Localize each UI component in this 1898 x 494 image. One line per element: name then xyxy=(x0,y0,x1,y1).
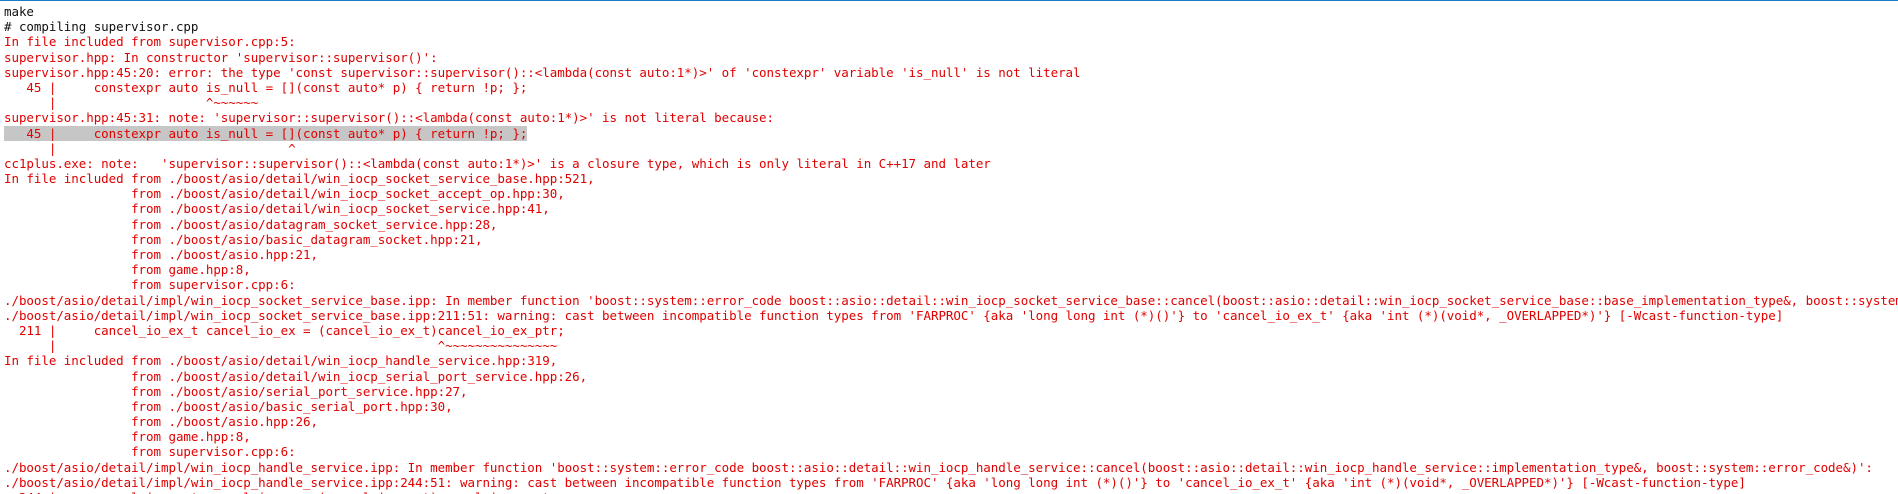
selected-text: 45 | constexpr auto is_null = [](const a… xyxy=(4,125,528,141)
line-text: from ./boost/asio.hpp:21, xyxy=(4,247,318,262)
line-text: 45 | constexpr auto is_null = [](const a… xyxy=(4,79,528,95)
line-text: In file included from ./boost/asio/detai… xyxy=(4,353,558,369)
line-text: from ./boost/asio/detail/win_iocp_socket… xyxy=(4,186,565,202)
compiler-output-line: from ./boost/asio.hpp:21, xyxy=(4,247,1898,262)
compiler-output-line: 45 | constexpr auto is_null = [](const a… xyxy=(4,80,1898,95)
compiler-output-line: from ./boost/asio/basic_serial_port.hpp:… xyxy=(4,399,1898,414)
compiler-output-line: cc1plus.exe: note: 'supervisor::supervis… xyxy=(4,156,1898,171)
compiler-output-line: In file included from ./boost/asio/detai… xyxy=(4,353,1898,368)
line-text: from ./boost/asio/basic_datagram_socket.… xyxy=(4,231,483,247)
line-text: from ./boost/asio/serial_port_service.hp… xyxy=(4,383,468,399)
compiler-output-line: ./boost/asio/detail/impl/win_iocp_handle… xyxy=(4,475,1898,490)
line-text: ./boost/asio/detail/impl/win_iocp_handle… xyxy=(4,474,1746,490)
line-text: from game.hpp:8, xyxy=(4,262,251,278)
line-text: supervisor.hpp:45:20: error: the type 'c… xyxy=(4,64,1081,80)
compiler-output-line: | ^~~~~~~ xyxy=(4,95,1898,110)
compiler-output-line: ./boost/asio/detail/impl/win_iocp_handle… xyxy=(4,460,1898,475)
line-text: supervisor.hpp: In constructor 'supervis… xyxy=(4,49,438,65)
compiler-output-line: from supervisor.cpp:6: xyxy=(4,277,1898,292)
compiler-output-line: supervisor.hpp: In constructor 'supervis… xyxy=(4,50,1898,65)
compiler-output-line: from supervisor.cpp:6: xyxy=(4,444,1898,459)
line-text: from supervisor.cpp:6: xyxy=(4,277,296,293)
line-text: In file included from supervisor.cpp:5: xyxy=(4,34,296,50)
compiler-output-line: from ./boost/asio/detail/win_iocp_serial… xyxy=(4,369,1898,384)
compiler-output-line: from game.hpp:8, xyxy=(4,262,1898,277)
compiler-output-line: from ./boost/asio/serial_port_service.hp… xyxy=(4,384,1898,399)
compiler-output-line: from ./boost/asio/detail/win_iocp_socket… xyxy=(4,186,1898,201)
terminal-output[interactable]: make # compiling supervisor.cpp In file in… xyxy=(4,4,1898,494)
line-text: 211 | cancel_io_ex_t cancel_io_ex = (can… xyxy=(4,322,565,338)
compiler-output-line: supervisor.hpp:45:31: note: 'supervisor:… xyxy=(4,110,1898,125)
line-text: cc1plus.exe: note: 'supervisor::supervis… xyxy=(4,155,991,171)
line-text: supervisor.hpp:45:31: note: 'supervisor:… xyxy=(4,110,774,126)
line-text: ./boost/asio/detail/impl/win_iocp_socket… xyxy=(4,292,1898,308)
line-text: from game.hpp:8, xyxy=(4,429,251,445)
compiler-output-line: | ^ xyxy=(4,141,1898,156)
line-text: from ./boost/asio/basic_serial_port.hpp:… xyxy=(4,398,453,414)
line-text: | ^ xyxy=(4,140,296,156)
compiler-output-line: ./boost/asio/detail/impl/win_iocp_socket… xyxy=(4,293,1898,308)
command-output-line: # compiling supervisor.cpp xyxy=(4,19,1898,34)
line-text: | ^~~~~~~~~~~~~~~~ xyxy=(4,338,558,354)
command-output-line: make xyxy=(4,4,1898,19)
line-text: In file included from ./boost/asio/detai… xyxy=(4,171,595,187)
line-text: ./boost/asio/detail/impl/win_iocp_socket… xyxy=(4,307,1784,323)
compiler-output-line: from game.hpp:8, xyxy=(4,429,1898,444)
compiler-output-line: | ^~~~~~~~~~~~~~~~ xyxy=(4,338,1898,353)
line-text: # compiling supervisor.cpp xyxy=(4,19,199,35)
line-text: from supervisor.cpp:6: xyxy=(4,444,296,460)
line-text: from ./boost/asio/detail/win_iocp_socket… xyxy=(4,201,550,217)
line-text: from ./boost/asio.hpp:26, xyxy=(4,414,318,430)
line-text: from ./boost/asio/datagram_socket_servic… xyxy=(4,216,498,232)
compiler-output-line: from ./boost/asio/basic_datagram_socket.… xyxy=(4,232,1898,247)
line-text: 244 | cancel_io_ex_t cancel_io_ex = (can… xyxy=(4,490,565,494)
compiler-output-line: 45 | constexpr auto is_null = [](const a… xyxy=(4,125,1898,141)
compiler-output-line: 211 | cancel_io_ex_t cancel_io_ex = (can… xyxy=(4,323,1898,338)
compiler-output-line: 244 | cancel_io_ex_t cancel_io_ex = (can… xyxy=(4,490,1898,494)
compiler-output-line: In file included from supervisor.cpp:5: xyxy=(4,34,1898,49)
compiler-output-line: supervisor.hpp:45:20: error: the type 'c… xyxy=(4,65,1898,80)
window-top-border xyxy=(0,0,1898,1)
line-text: make xyxy=(4,4,34,19)
compiler-output-line: In file included from ./boost/asio/detai… xyxy=(4,171,1898,186)
compiler-output-line: from ./boost/asio/datagram_socket_servic… xyxy=(4,217,1898,232)
line-text: ./boost/asio/detail/impl/win_iocp_handle… xyxy=(4,459,1873,475)
line-text: from ./boost/asio/detail/win_iocp_serial… xyxy=(4,368,588,384)
compiler-output-line: from ./boost/asio.hpp:26, xyxy=(4,414,1898,429)
line-text: | ^~~~~~~ xyxy=(4,95,259,111)
compiler-output-line: from ./boost/asio/detail/win_iocp_socket… xyxy=(4,201,1898,216)
compiler-output-line: ./boost/asio/detail/impl/win_iocp_socket… xyxy=(4,308,1898,323)
